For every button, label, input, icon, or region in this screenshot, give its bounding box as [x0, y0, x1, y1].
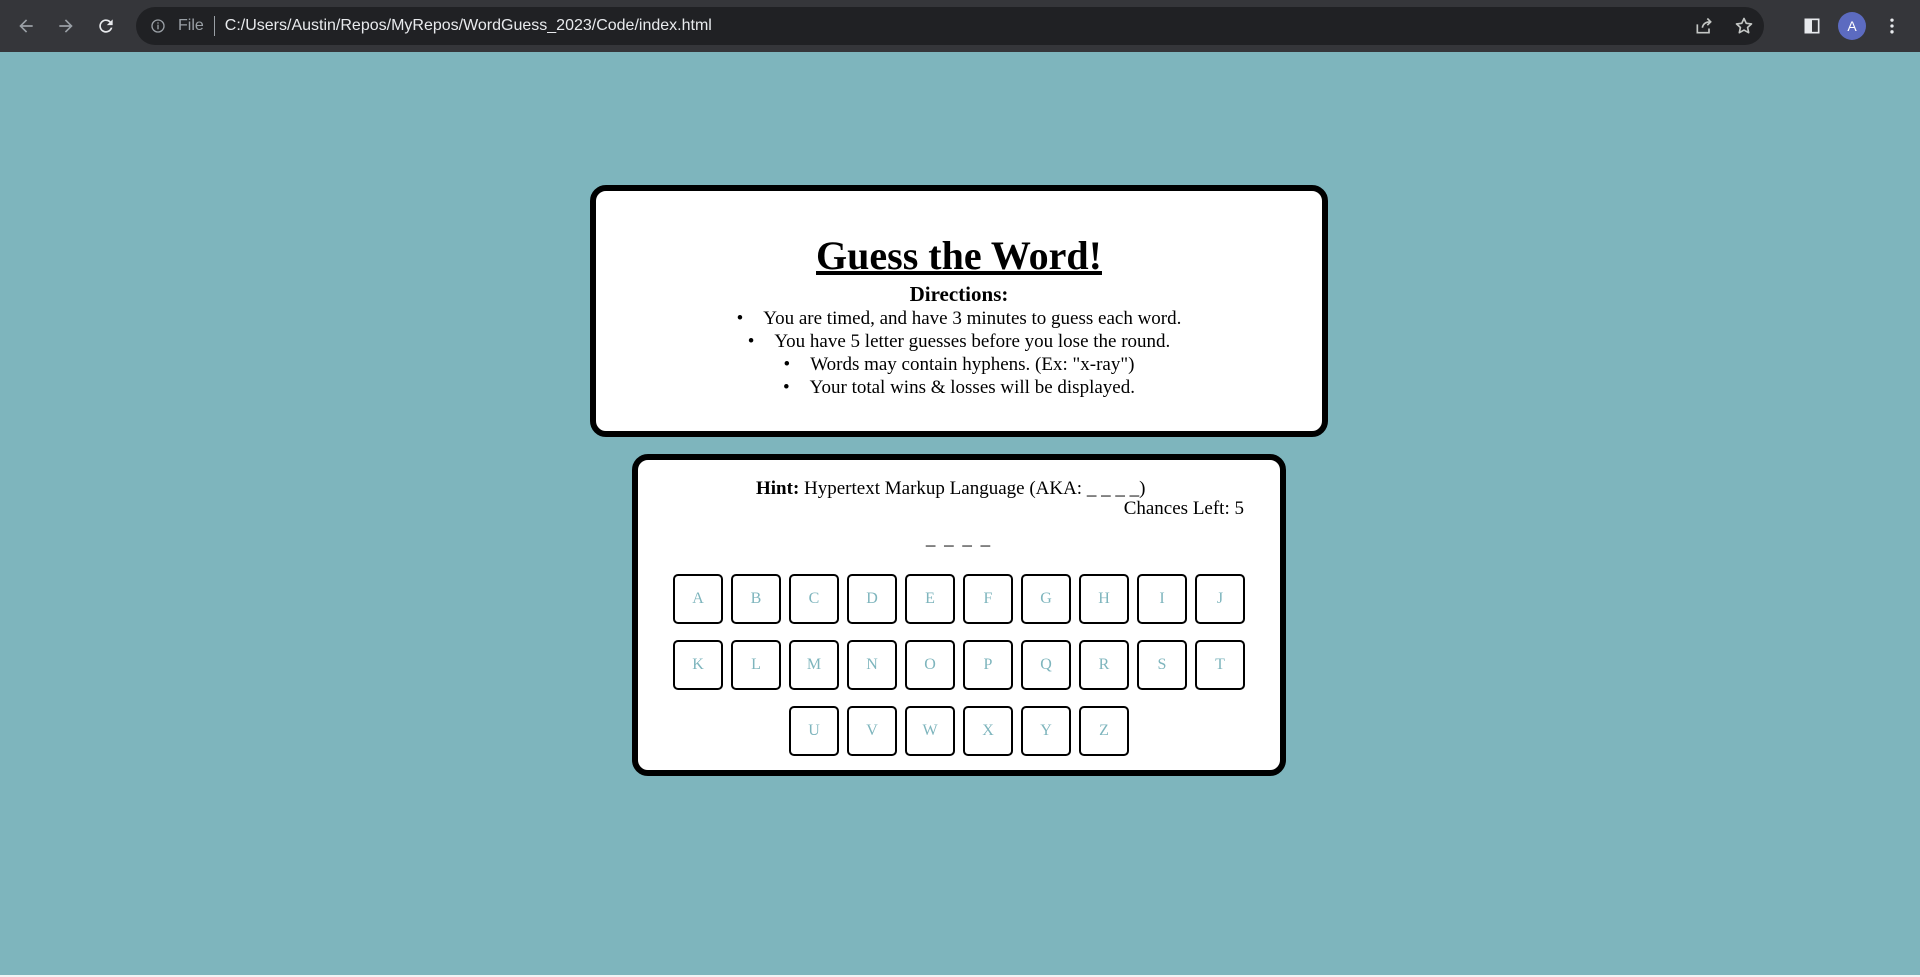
letter-key[interactable]: H [1079, 574, 1129, 624]
letter-key[interactable]: C [789, 574, 839, 624]
letter-key[interactable]: E [905, 574, 955, 624]
hint-label: Hint: [756, 478, 800, 499]
profile-button[interactable]: A [1832, 6, 1872, 46]
hint-text: Hint: Hypertext Markup Language (AKA: _ … [756, 478, 1145, 500]
reload-icon [99, 19, 113, 33]
letter-key[interactable]: T [1195, 640, 1245, 690]
list-item: • You are timed, and have 3 minutes to gu… [736, 308, 1182, 329]
back-arrow-icon [19, 19, 33, 33]
hint-value: Hypertext Markup Language (AKA: _ _ _ _) [804, 478, 1146, 499]
letter-key[interactable]: D [847, 574, 897, 624]
letter-key[interactable]: Y [1021, 706, 1071, 756]
directions-heading: Directions: [909, 282, 1009, 306]
letter-key[interactable]: F [963, 574, 1013, 624]
letter-keyboard: A B C D E F G H I J K L M N O P Q R S T … [638, 574, 1280, 772]
keyboard-row: A B C D E F G H I J [638, 574, 1280, 624]
letter-key[interactable]: M [789, 640, 839, 690]
list-item: • You have 5 letter guesses before you lo… [747, 331, 1171, 352]
letter-key[interactable]: B [731, 574, 781, 624]
letter-key[interactable]: S [1137, 640, 1187, 690]
back-button[interactable] [6, 6, 46, 46]
keyboard-row: U V W X Y Z [638, 706, 1280, 756]
letter-key[interactable]: W [905, 706, 955, 756]
letter-key[interactable]: Z [1079, 706, 1129, 756]
scheme-label: File [178, 17, 204, 34]
omnibox-divider [213, 16, 215, 36]
letter-key[interactable]: R [1079, 640, 1129, 690]
letter-key[interactable]: X [963, 706, 1013, 756]
forward-button[interactable] [46, 6, 86, 46]
address-bar[interactable]: File C:/Users/Austin/Repos/MyRepos/WordG… [136, 7, 1764, 45]
letter-key[interactable]: J [1195, 574, 1245, 624]
url-text[interactable]: C:/Users/Austin/Repos/MyRepos/WordGuess_… [225, 17, 712, 35]
letter-key[interactable]: A [673, 574, 723, 624]
page-title: Guess the Word! [816, 233, 1102, 278]
keyboard-row: K L M N O P Q R S T [638, 640, 1280, 690]
letter-key[interactable]: U [789, 706, 839, 756]
more-vert-icon[interactable] [1872, 6, 1912, 46]
letter-key[interactable]: Q [1021, 640, 1071, 690]
side-panel-icon[interactable] [1792, 6, 1832, 46]
game-card: Hint: Hypertext Markup Language (AKA: _ … [632, 454, 1286, 776]
chances-left: Chances Left: 5 [1123, 498, 1244, 519]
letter-key[interactable]: K [673, 640, 723, 690]
avatar: A [1838, 12, 1866, 40]
letter-key[interactable]: G [1021, 574, 1071, 624]
letter-key[interactable]: V [847, 706, 897, 756]
reload-button[interactable] [86, 6, 126, 46]
letter-key[interactable]: L [731, 640, 781, 690]
letter-key[interactable]: P [963, 640, 1013, 690]
forward-arrow-icon [59, 19, 73, 33]
list-item: • Your total wins & losses will be displa… [783, 377, 1135, 398]
directions-card: Guess the Word! Directions: • You are tim… [590, 185, 1328, 437]
star-icon[interactable] [1724, 7, 1764, 45]
list-item: • Words may contain hyphens. (Ex: "x-ray"… [783, 354, 1135, 375]
letter-key[interactable]: I [1137, 574, 1187, 624]
browser-toolbar: File C:/Users/Austin/Repos/MyRepos/WordG… [0, 0, 1920, 52]
share-icon[interactable] [1684, 7, 1724, 45]
letter-key[interactable]: O [905, 640, 955, 690]
letter-key[interactable]: N [847, 640, 897, 690]
word-display: _ _ _ _ [925, 528, 993, 549]
directions-list: • You are timed, and have 3 minutes to gu… [596, 307, 1322, 399]
info-icon[interactable] [150, 17, 168, 35]
